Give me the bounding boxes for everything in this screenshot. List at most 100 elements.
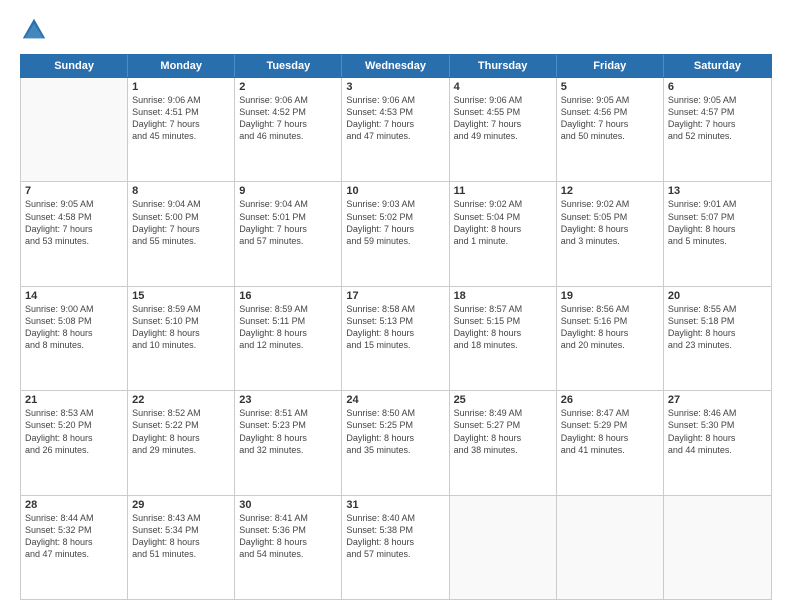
cell-info: Sunset: 4:55 PM — [454, 106, 552, 118]
cell-info: and 54 minutes. — [239, 548, 337, 560]
cell-info: Sunset: 5:01 PM — [239, 211, 337, 223]
calendar-cell — [21, 78, 128, 181]
cell-info: and 59 minutes. — [346, 235, 444, 247]
cell-info: Sunrise: 8:51 AM — [239, 407, 337, 419]
cell-info: Sunset: 5:00 PM — [132, 211, 230, 223]
day-number: 1 — [132, 81, 230, 93]
logo — [20, 16, 52, 44]
cell-info: and 23 minutes. — [668, 339, 767, 351]
calendar-cell: 23Sunrise: 8:51 AMSunset: 5:23 PMDayligh… — [235, 391, 342, 494]
calendar-cell: 1Sunrise: 9:06 AMSunset: 4:51 PMDaylight… — [128, 78, 235, 181]
cell-info: Daylight: 8 hours — [239, 327, 337, 339]
cell-info: Daylight: 8 hours — [561, 223, 659, 235]
cell-info: and 15 minutes. — [346, 339, 444, 351]
day-number: 18 — [454, 290, 552, 302]
cell-info: and 12 minutes. — [239, 339, 337, 351]
calendar-cell: 11Sunrise: 9:02 AMSunset: 5:04 PMDayligh… — [450, 182, 557, 285]
cell-info: Sunrise: 9:06 AM — [239, 94, 337, 106]
calendar-cell: 28Sunrise: 8:44 AMSunset: 5:32 PMDayligh… — [21, 496, 128, 599]
calendar-row: 21Sunrise: 8:53 AMSunset: 5:20 PMDayligh… — [21, 391, 771, 495]
header-day: Sunday — [21, 55, 128, 77]
cell-info: and 38 minutes. — [454, 444, 552, 456]
cell-info: Sunset: 5:38 PM — [346, 524, 444, 536]
day-number: 22 — [132, 394, 230, 406]
day-number: 19 — [561, 290, 659, 302]
cell-info: and 52 minutes. — [668, 130, 767, 142]
calendar-cell: 20Sunrise: 8:55 AMSunset: 5:18 PMDayligh… — [664, 287, 771, 390]
cell-info: Sunrise: 9:06 AM — [346, 94, 444, 106]
cell-info: Sunset: 4:56 PM — [561, 106, 659, 118]
cell-info: Sunrise: 9:05 AM — [25, 198, 123, 210]
header-day: Wednesday — [342, 55, 449, 77]
cell-info: Daylight: 8 hours — [561, 327, 659, 339]
header-day: Friday — [557, 55, 664, 77]
cell-info: Daylight: 7 hours — [239, 223, 337, 235]
calendar-cell: 26Sunrise: 8:47 AMSunset: 5:29 PMDayligh… — [557, 391, 664, 494]
calendar-cell: 5Sunrise: 9:05 AMSunset: 4:56 PMDaylight… — [557, 78, 664, 181]
cell-info: Sunset: 5:11 PM — [239, 315, 337, 327]
cell-info: Daylight: 8 hours — [25, 536, 123, 548]
header-day: Tuesday — [235, 55, 342, 77]
cell-info: Sunset: 4:57 PM — [668, 106, 767, 118]
cell-info: Sunset: 5:20 PM — [25, 419, 123, 431]
cell-info: Sunset: 5:29 PM — [561, 419, 659, 431]
calendar-cell: 9Sunrise: 9:04 AMSunset: 5:01 PMDaylight… — [235, 182, 342, 285]
day-number: 5 — [561, 81, 659, 93]
day-number: 23 — [239, 394, 337, 406]
cell-info: Daylight: 8 hours — [132, 432, 230, 444]
header-day: Thursday — [450, 55, 557, 77]
cell-info: Daylight: 8 hours — [132, 327, 230, 339]
day-number: 31 — [346, 499, 444, 511]
day-number: 26 — [561, 394, 659, 406]
calendar-cell — [450, 496, 557, 599]
cell-info: Sunset: 4:52 PM — [239, 106, 337, 118]
cell-info: and 44 minutes. — [668, 444, 767, 456]
cell-info: Sunset: 5:10 PM — [132, 315, 230, 327]
cell-info: Sunset: 5:02 PM — [346, 211, 444, 223]
calendar-cell: 25Sunrise: 8:49 AMSunset: 5:27 PMDayligh… — [450, 391, 557, 494]
cell-info: Sunset: 5:07 PM — [668, 211, 767, 223]
cell-info: Sunset: 5:22 PM — [132, 419, 230, 431]
calendar-cell: 30Sunrise: 8:41 AMSunset: 5:36 PMDayligh… — [235, 496, 342, 599]
cell-info: and 47 minutes. — [25, 548, 123, 560]
calendar-cell: 31Sunrise: 8:40 AMSunset: 5:38 PMDayligh… — [342, 496, 449, 599]
cell-info: Daylight: 7 hours — [239, 118, 337, 130]
cell-info: Sunset: 4:53 PM — [346, 106, 444, 118]
cell-info: Sunrise: 8:59 AM — [239, 303, 337, 315]
cell-info: Daylight: 8 hours — [25, 327, 123, 339]
cell-info: Sunrise: 8:49 AM — [454, 407, 552, 419]
cell-info: Sunrise: 8:50 AM — [346, 407, 444, 419]
calendar-cell: 19Sunrise: 8:56 AMSunset: 5:16 PMDayligh… — [557, 287, 664, 390]
cell-info: Sunset: 5:34 PM — [132, 524, 230, 536]
cell-info: Sunrise: 8:41 AM — [239, 512, 337, 524]
cell-info: Daylight: 7 hours — [454, 118, 552, 130]
calendar-cell: 17Sunrise: 8:58 AMSunset: 5:13 PMDayligh… — [342, 287, 449, 390]
cell-info: Sunset: 5:13 PM — [346, 315, 444, 327]
header-day: Monday — [128, 55, 235, 77]
calendar-row: 28Sunrise: 8:44 AMSunset: 5:32 PMDayligh… — [21, 496, 771, 599]
day-number: 30 — [239, 499, 337, 511]
cell-info: and 49 minutes. — [454, 130, 552, 142]
cell-info: Sunset: 5:23 PM — [239, 419, 337, 431]
day-number: 25 — [454, 394, 552, 406]
cell-info: and 3 minutes. — [561, 235, 659, 247]
day-number: 3 — [346, 81, 444, 93]
cell-info: and 26 minutes. — [25, 444, 123, 456]
cell-info: Sunrise: 9:05 AM — [668, 94, 767, 106]
logo-icon — [20, 16, 48, 44]
day-number: 15 — [132, 290, 230, 302]
cell-info: and 1 minute. — [454, 235, 552, 247]
cell-info: and 57 minutes. — [239, 235, 337, 247]
cell-info: Sunrise: 9:05 AM — [561, 94, 659, 106]
cell-info: Sunrise: 9:06 AM — [132, 94, 230, 106]
cell-info: Sunset: 5:08 PM — [25, 315, 123, 327]
cell-info: Sunrise: 9:01 AM — [668, 198, 767, 210]
cell-info: and 53 minutes. — [25, 235, 123, 247]
day-number: 11 — [454, 185, 552, 197]
calendar-cell: 7Sunrise: 9:05 AMSunset: 4:58 PMDaylight… — [21, 182, 128, 285]
cell-info: Daylight: 7 hours — [561, 118, 659, 130]
calendar-cell: 16Sunrise: 8:59 AMSunset: 5:11 PMDayligh… — [235, 287, 342, 390]
cell-info: Daylight: 8 hours — [454, 432, 552, 444]
cell-info: and 47 minutes. — [346, 130, 444, 142]
cell-info: Daylight: 8 hours — [132, 536, 230, 548]
